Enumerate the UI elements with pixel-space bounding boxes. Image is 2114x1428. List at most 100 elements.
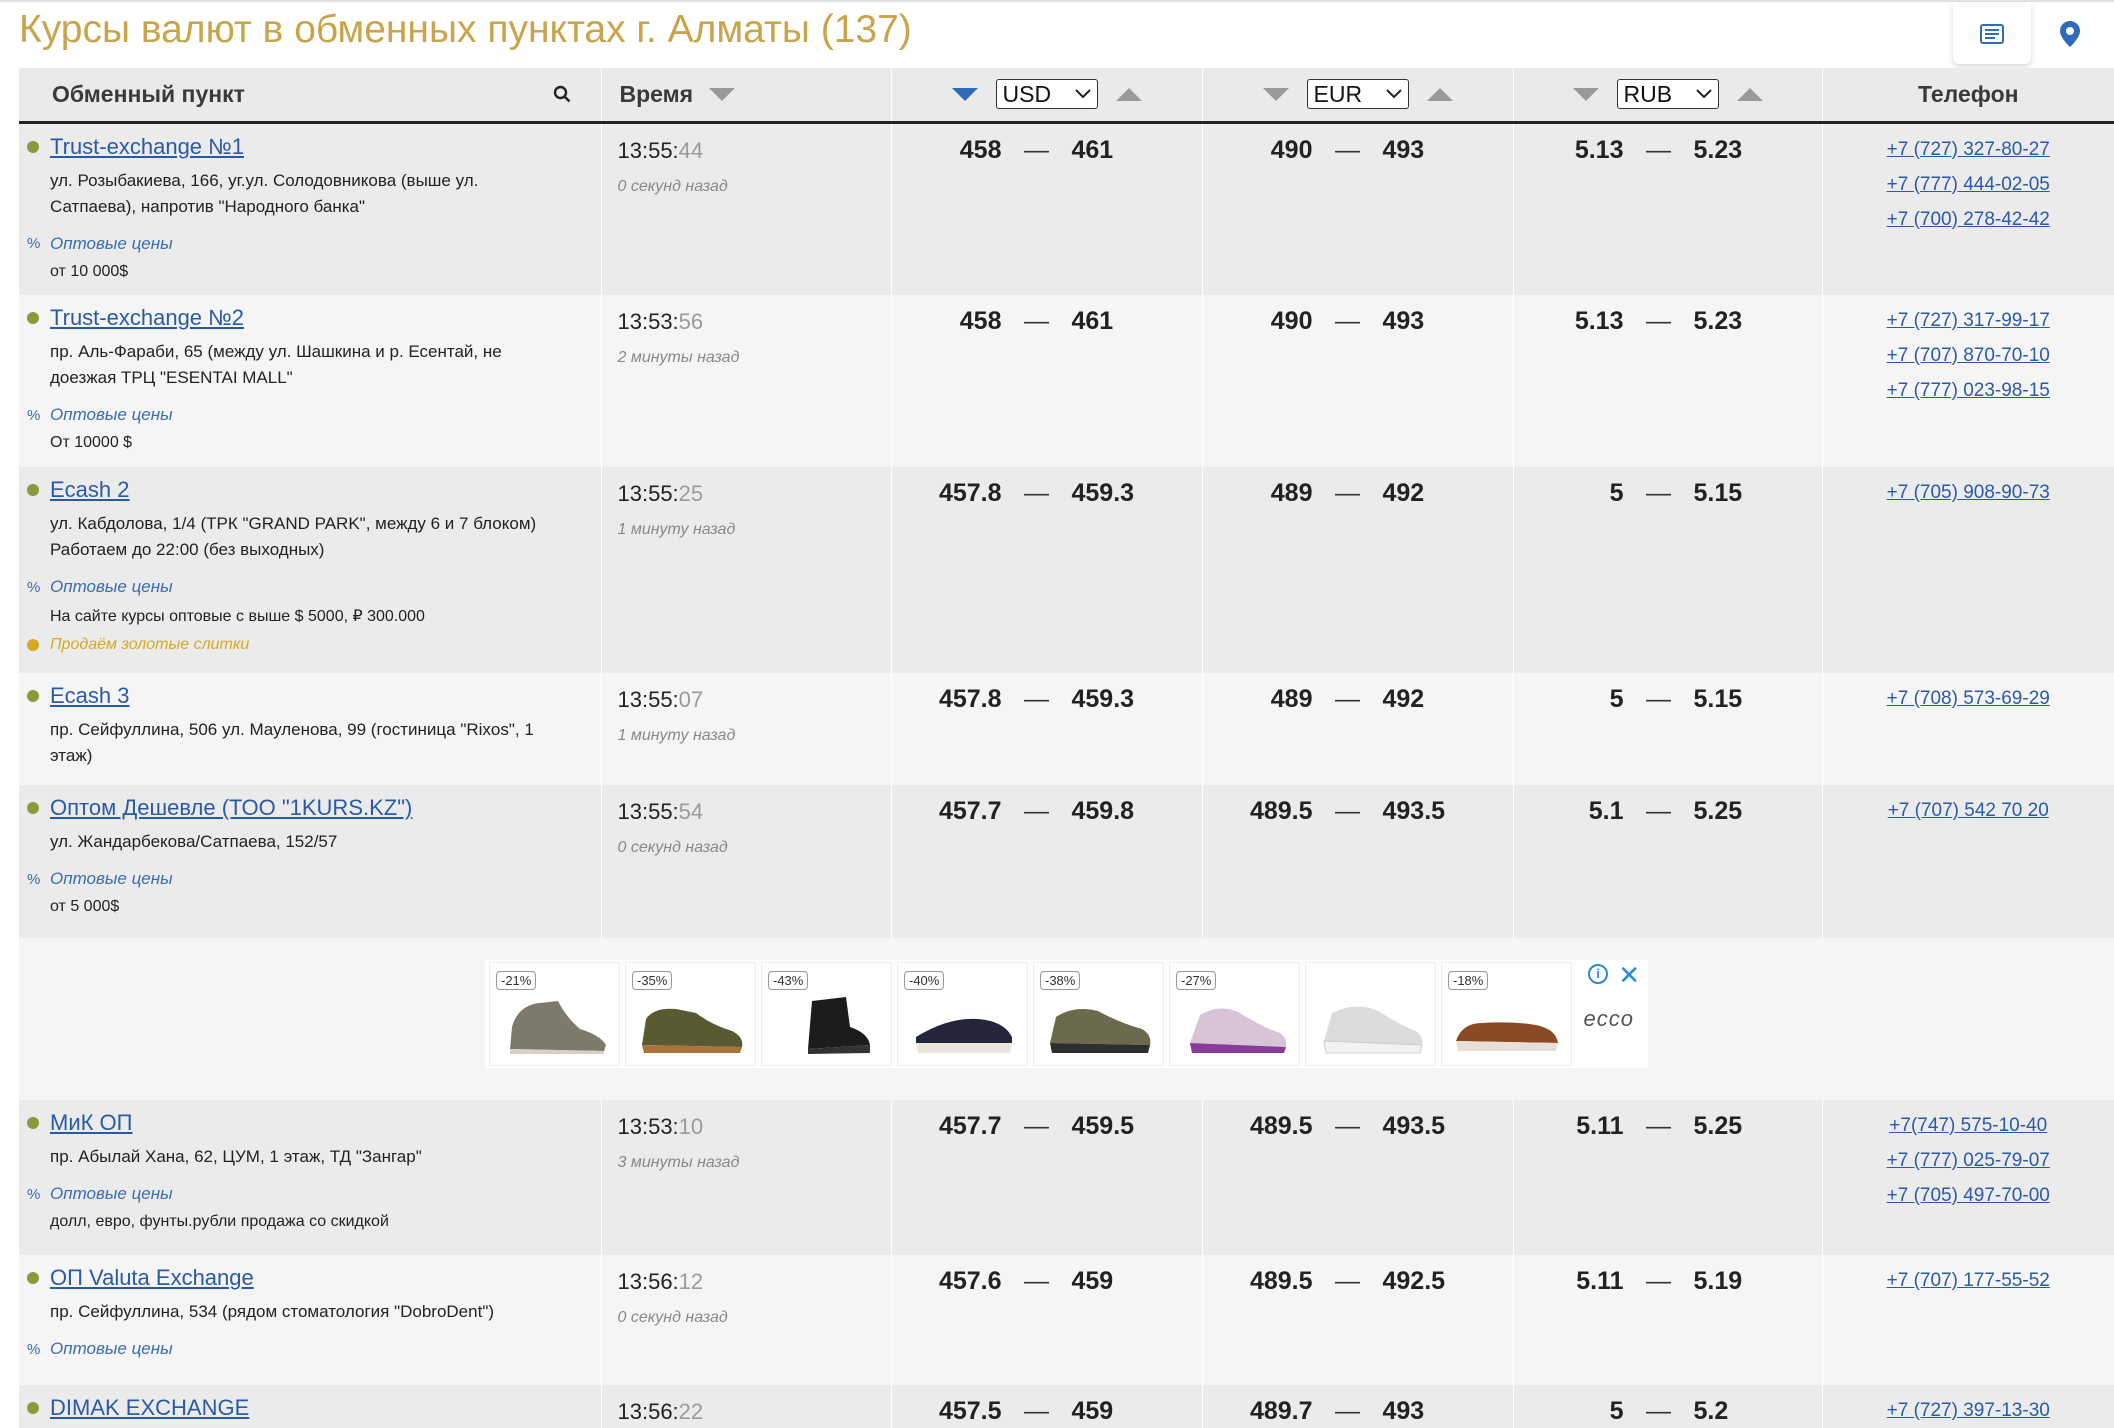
exchange-name-link[interactable]: Оптом Дешевле (ТОО "1KURS.KZ") (50, 795, 412, 821)
ad-product-tile[interactable] (1305, 962, 1436, 1066)
sort-eur-asc-icon[interactable] (1426, 87, 1453, 101)
buy-rate: 489.5 (1249, 1112, 1313, 1140)
discount-badge: -27% (1176, 971, 1217, 990)
exchange-name-link[interactable]: Trust-exchange №1 (50, 134, 244, 160)
currency-select-1[interactable]: USD (995, 79, 1098, 110)
wholesale-note: От 10000 $ (50, 434, 133, 451)
ad-product-tile[interactable]: -43% (761, 962, 892, 1066)
exchange-name-link[interactable]: ОП Valuta Exchange (50, 1265, 254, 1291)
sell-rate: 459.3 (1071, 685, 1135, 713)
time-cell: 13:53:10 3 минуты назад (600, 1100, 891, 1255)
gold-dot (27, 639, 39, 651)
sort-usd-desc-icon[interactable] (951, 87, 978, 101)
phone-link[interactable]: +7 (705) 497-70-00 (1823, 1178, 2114, 1213)
exchange-name-link[interactable]: Ecash 2 (50, 477, 130, 503)
ad-product-tile[interactable]: -27% (1169, 962, 1300, 1066)
sort-usd-asc-icon[interactable] (1115, 87, 1142, 101)
sell-rate: 5.15 (1693, 479, 1743, 507)
header-phone-label: Телефон (1917, 80, 2019, 107)
search-icon[interactable] (553, 85, 571, 103)
phone-link[interactable]: +7 (777) 444-02-05 (1823, 167, 2114, 202)
phone-link[interactable]: +7 (707) 870-70-10 (1823, 338, 2114, 373)
wholesale-note: от 10 000$ (50, 262, 129, 280)
status-dot (27, 1402, 39, 1414)
buy-rate: 457.8 (938, 479, 1002, 507)
phone-link[interactable]: +7 (727) 317-99-17 (1823, 303, 2114, 338)
usd-cell: 457.8 — 459.3 (890, 673, 1202, 785)
ad-product-tile[interactable]: -40% (897, 962, 1028, 1066)
buy-rate: 457.5 (938, 1397, 1002, 1425)
phone-link[interactable]: +7 (777) 025-79-07 (1823, 1143, 2114, 1178)
chevron-down-icon (1074, 89, 1091, 99)
rub-cell: 5 — 5.2 (1512, 1385, 1822, 1428)
rate-separator: — (1335, 1397, 1360, 1425)
table-row: Ecash 3 пр. Сейфуллина, 506 ул. Мауленов… (19, 673, 2114, 785)
ad-brand-logo[interactable]: ecco (1584, 1006, 1634, 1032)
header-time[interactable]: Время (600, 68, 891, 124)
buy-rate: 457.7 (938, 797, 1002, 825)
buy-rate: 490 (1270, 135, 1313, 164)
rate-separator: — (1646, 797, 1671, 825)
ad-banner[interactable]: -21% -35% -43% -40% -38% -27% -18% ecco … (485, 960, 1648, 1068)
point-cell: DIMAK EXCHANGE (19, 1385, 601, 1428)
table-header: Обменный пункт Время USD EUR RUB Телефон (19, 68, 2114, 124)
rub-cell: 5.11 — 5.19 (1512, 1255, 1822, 1385)
map-view-button[interactable] (2031, 4, 2109, 64)
sell-rate: 5.15 (1693, 685, 1743, 713)
buy-rate: 489 (1270, 685, 1313, 713)
address-line: пр. Абылай Хана, 62, ЦУМ, 1 этаж, ТД "За… (50, 1147, 422, 1166)
wholesale-label: Оптовые цены (50, 233, 173, 253)
time-hm: 13:56: (617, 1269, 679, 1294)
address: пр. Аль-Фараби, 65 (между ул. Шашкина и … (50, 339, 587, 391)
ad-product-tile[interactable]: -21% (489, 962, 620, 1066)
eur-cell: 490 — 493 (1201, 122, 1513, 295)
exchange-name-link[interactable]: DIMAK EXCHANGE (50, 1395, 249, 1421)
exchange-name-link[interactable]: Ecash 3 (50, 683, 130, 709)
point-cell: Trust-exchange №2 пр. Аль-Фараби, 65 (ме… (19, 295, 601, 467)
table-row: Ecash 2 ул. Кабдолова, 1/4 (ТРК "GRAND P… (19, 467, 2114, 673)
phone-link[interactable]: +7(747) 575-10-40 (1823, 1108, 2114, 1143)
phone-link[interactable]: +7 (777) 023-98-15 (1823, 373, 2114, 408)
rate-separator: — (1646, 1267, 1671, 1295)
currency-select-2[interactable]: EUR (1306, 79, 1409, 110)
sell-rate: 493.5 (1382, 1112, 1446, 1140)
white-sneaker-image (1323, 1006, 1423, 1054)
ad-product-tile[interactable]: -35% (625, 962, 756, 1066)
sell-rate: 459.5 (1071, 1112, 1135, 1140)
currency-select-3[interactable]: RUB (1616, 79, 1719, 110)
sell-rate: 459 (1071, 1267, 1114, 1295)
phone-link[interactable]: +7 (727) 397-13-30 (1823, 1393, 2114, 1428)
status-dot (27, 1272, 39, 1284)
exchange-name-link[interactable]: Trust-exchange №2 (50, 305, 244, 331)
eur-cell: 489 — 492 (1201, 467, 1513, 673)
rub-cell: 5.1 — 5.25 (1512, 785, 1822, 938)
point-cell: Trust-exchange №1 ул. Розыбакиева, 166, … (19, 122, 601, 295)
address: пр. Абылай Хана, 62, ЦУМ, 1 этаж, ТД "За… (50, 1144, 587, 1170)
sort-time-desc-icon[interactable] (709, 87, 736, 101)
ad-info-icon[interactable]: i (1588, 964, 1608, 984)
sort-rub-asc-icon[interactable] (1736, 87, 1763, 101)
sort-rub-desc-icon[interactable] (1572, 87, 1599, 101)
sell-rate: 5.23 (1693, 307, 1743, 335)
sort-eur-desc-icon[interactable] (1262, 87, 1289, 101)
time-ago: 0 секунд назад (617, 1309, 728, 1326)
phone-link[interactable]: +7 (700) 278-42-42 (1823, 202, 2114, 237)
phone-link[interactable]: +7 (708) 573-69-29 (1823, 681, 2114, 716)
ad-product-tile[interactable]: -38% (1033, 962, 1164, 1066)
phone-link[interactable]: +7 (707) 177-55-52 (1823, 1263, 2114, 1298)
exchange-name-link[interactable]: МиК ОП (50, 1110, 132, 1136)
phone-link[interactable]: +7 (707) 542 70 20 (1823, 793, 2114, 828)
discount-badge: -43% (768, 971, 809, 990)
ad-row: -21% -35% -43% -40% -38% -27% -18% ecco … (19, 938, 2114, 1100)
update-time: 13:56:22 (618, 1399, 891, 1425)
ad-product-tile[interactable]: -18% (1441, 962, 1572, 1066)
ad-close-icon[interactable]: ✕ (1618, 960, 1640, 991)
phone-link[interactable]: +7 (705) 908-90-73 (1823, 475, 2114, 510)
buy-rate: 5 (1609, 685, 1624, 713)
time-seconds: 44 (678, 137, 704, 163)
rub-cell: 5 — 5.15 (1512, 467, 1822, 673)
rates-table: Обменный пункт Время USD EUR RUB Телефон… (19, 68, 2114, 1428)
list-view-button[interactable] (1953, 4, 2031, 64)
phone-link[interactable]: +7 (727) 327-80-27 (1823, 132, 2114, 167)
rate-separator: — (1024, 1267, 1049, 1295)
